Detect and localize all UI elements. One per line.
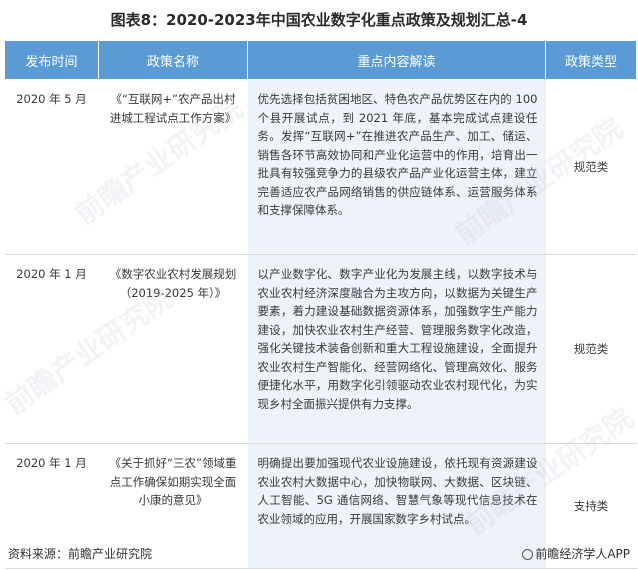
table-row: 2020 年 5 月 《“互联网+”农产品出村进城工程试点工作方案》 优先选择包… xyxy=(4,79,637,255)
table-header-row: 发布时间 政策名称 重点内容解读 政策类型 xyxy=(4,40,637,80)
policy-table: 发布时间 政策名称 重点内容解读 政策类型 2020 年 5 月 《“互联网+”… xyxy=(4,40,637,569)
table-row: 2020 年 1 月 《数字农业农村发展规划（2019-2025 年）》 以产业… xyxy=(4,254,637,444)
brand-label: 前瞻经济学人APP xyxy=(535,547,630,561)
brand-logo-icon xyxy=(522,549,534,560)
header-policy-name: 政策名称 xyxy=(98,40,248,80)
row-content: 以产业数字化、数字产业化为发展主线，以数字技术与农业农村经济深度融合为主攻方向，… xyxy=(247,254,546,444)
row-date: 2020 年 5 月 xyxy=(4,79,99,255)
brand-credit: 前瞻经济学人APP xyxy=(522,545,630,562)
row-policy-type: 规范类 xyxy=(545,254,637,444)
row-content: 优先选择包括贫困地区、特色农产品优势区在内的 100 个县开展试点，到 2021… xyxy=(247,79,546,255)
row-date: 2020 年 1 月 xyxy=(4,254,99,444)
header-policy-type: 政策类型 xyxy=(545,40,637,80)
header-content: 重点内容解读 xyxy=(247,40,546,80)
source-note: 资料来源：前瞻产业研究院 xyxy=(8,547,153,561)
row-policy-type: 规范类 xyxy=(545,79,637,255)
page-title: 图表8：2020-2023年中国农业数字化重点政策及规划汇总-4 xyxy=(110,11,528,29)
row-policy-name: 《“互联网+”农产品出村进城工程试点工作方案》 xyxy=(98,79,248,255)
header-date: 发布时间 xyxy=(4,40,99,80)
row-content: 明确提出要加强现代农业设施建设，依托现有资源建设农业农村大数据中心，加快物联网、… xyxy=(247,443,546,569)
row-policy-name: 《数字农业农村发展规划（2019-2025 年）》 xyxy=(98,254,248,444)
